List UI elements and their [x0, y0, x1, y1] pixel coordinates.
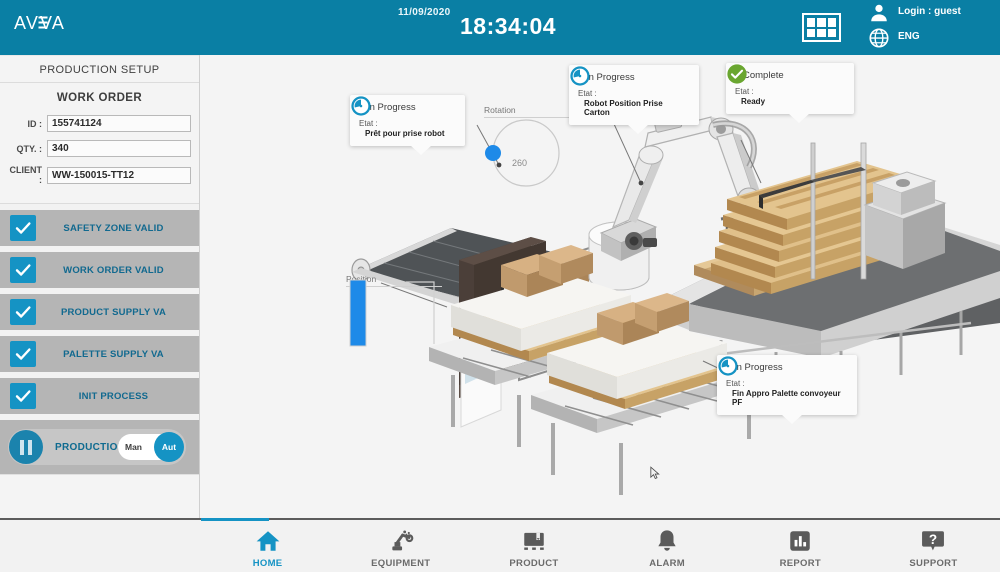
checkbox-icon[interactable]	[10, 299, 36, 325]
callout-robot-status[interactable]: In Progress Etat : Robot Position Prise …	[569, 65, 699, 125]
checkbox-icon[interactable]	[10, 215, 36, 241]
position-bar-track[interactable]	[346, 278, 442, 350]
production-control-row: PRODUCTION Man Aut	[0, 420, 199, 474]
panel-title: PRODUCTION SETUP	[0, 55, 199, 83]
checklist-label: WORK ORDER VALID	[36, 265, 199, 276]
work-order-panel: WORK ORDER ID : QTY. : CLIENT :	[0, 83, 199, 204]
person-icon	[868, 2, 890, 24]
app-grid-icon[interactable]	[802, 13, 841, 42]
checklist-item-init-process[interactable]: INIT PROCESS	[0, 378, 199, 414]
work-order-field-client: CLIENT :	[8, 165, 191, 185]
precondition-checklist: SAFETY ZONE VALID WORK ORDER VALID PRODU…	[0, 210, 199, 414]
bell-icon	[654, 528, 680, 554]
clock-icon	[717, 355, 739, 377]
check-icon	[726, 63, 748, 85]
pause-icon[interactable]	[9, 430, 43, 464]
nav-label: SUPPORT	[909, 558, 957, 569]
nav-item-product[interactable]: PRODUCT	[467, 520, 600, 572]
nav-label: REPORT	[780, 558, 821, 569]
login-status[interactable]: Login : guest	[898, 6, 961, 17]
nav-item-home[interactable]: HOME	[201, 520, 334, 572]
rotation-gauge-knob	[485, 145, 501, 161]
callout-etat-label: Etat :	[735, 87, 845, 96]
callout-pallet-dispenser-status[interactable]: Complete Etat : Ready	[726, 63, 854, 114]
header-date: 11/09/2020	[398, 7, 451, 18]
callout-status-text: In Progress	[734, 362, 783, 373]
plant-3d-view[interactable]: Rotation 260 Position	[201, 55, 1000, 518]
id-input[interactable]	[47, 115, 191, 132]
login-label: Login : guest	[898, 6, 961, 17]
app-header: AV VA 11/09/2020 18:34:04 Login : guest	[0, 0, 1000, 55]
hmi-screen: AV VA 11/09/2020 18:34:04 Login : guest	[0, 0, 1000, 572]
checkbox-icon[interactable]	[10, 383, 36, 409]
clock-icon	[350, 95, 372, 117]
box-icon	[521, 528, 547, 554]
language-selector[interactable]: ENG	[898, 31, 920, 42]
nav-item-alarm[interactable]: ALARM	[601, 520, 734, 572]
language-label: ENG	[898, 31, 920, 42]
qty-label: QTY. :	[8, 144, 42, 154]
nav-item-support[interactable]: ? SUPPORT	[867, 520, 1000, 572]
work-order-field-qty: QTY. :	[8, 140, 191, 157]
aveva-logo-mark: AV VA	[14, 13, 86, 33]
callout-etat-value: Prêt pour prise robot	[365, 129, 456, 138]
checklist-label: PALETTE SUPPLY VA	[36, 349, 199, 360]
bottom-navigation: HOME EQUIPMENT	[0, 518, 1000, 572]
checklist-item-palette-supply[interactable]: PALETTE SUPPLY VA	[0, 336, 199, 372]
bar-chart-icon	[787, 528, 813, 554]
mode-option-man[interactable]: Man	[125, 442, 142, 452]
callout-status-text: In Progress	[586, 72, 635, 83]
home-icon	[255, 528, 281, 554]
callout-etat-label: Etat :	[578, 89, 690, 98]
callout-etat-label: Etat :	[726, 379, 848, 388]
checkbox-icon[interactable]	[10, 341, 36, 367]
checklist-label: SAFETY ZONE VALID	[36, 223, 199, 234]
mode-option-aut[interactable]: Aut	[154, 432, 184, 462]
checklist-label: PRODUCT SUPPLY VA	[36, 307, 199, 318]
id-label: ID :	[8, 119, 42, 129]
nav-item-report[interactable]: REPORT	[734, 520, 867, 572]
position-bar-fill	[350, 280, 366, 346]
callout-status-text: In Progress	[367, 102, 416, 113]
callout-etat-value: Ready	[741, 97, 845, 106]
checklist-item-work-order[interactable]: WORK ORDER VALID	[0, 252, 199, 288]
production-setup-sidebar: PRODUCTION SETUP WORK ORDER ID : QTY. : …	[0, 55, 200, 518]
svg-text:?: ?	[929, 532, 937, 547]
checklist-label: INIT PROCESS	[36, 391, 199, 402]
callout-pallet-conveyor-status[interactable]: In Progress Etat : Fin Appro Palette con…	[717, 355, 857, 415]
nav-label: ALARM	[649, 558, 685, 569]
clock-icon	[569, 65, 591, 87]
work-order-field-id: ID :	[8, 115, 191, 132]
position-bar[interactable]: Position	[346, 274, 442, 287]
callout-conveyor-status[interactable]: In Progress Etat : Prêt pour prise robot	[350, 95, 465, 146]
production-control[interactable]: PRODUCTION Man Aut	[8, 429, 186, 465]
mouse-pointer	[650, 466, 660, 480]
checklist-item-product-supply[interactable]: PRODUCT SUPPLY VA	[0, 294, 199, 330]
nav-label: EQUIPMENT	[371, 558, 430, 569]
robot-arm-icon	[388, 528, 414, 554]
work-order-title: WORK ORDER	[0, 92, 199, 104]
question-bubble-icon: ?	[920, 528, 946, 554]
client-label: CLIENT :	[8, 165, 42, 185]
production-label: PRODUCTION	[55, 442, 125, 453]
rotation-gauge[interactable]: Rotation 260	[484, 105, 580, 118]
callout-status-text: Complete	[743, 70, 784, 81]
svg-text:AV: AV	[14, 13, 39, 33]
aveva-logo: AV VA	[14, 13, 86, 39]
nav-item-equipment[interactable]: EQUIPMENT	[334, 520, 467, 572]
nav-label: PRODUCT	[509, 558, 558, 569]
qty-input[interactable]	[47, 140, 191, 157]
callout-etat-value: Fin Appro Palette convoyeur PF	[732, 389, 848, 407]
callout-etat-value: Robot Position Prise Carton	[584, 99, 690, 117]
checklist-item-safety-zone[interactable]: SAFETY ZONE VALID	[0, 210, 199, 246]
header-time: 18:34:04	[460, 13, 556, 40]
rotation-gauge-dial[interactable]	[484, 109, 580, 195]
callout-etat-label: Etat :	[359, 119, 456, 128]
checkbox-icon[interactable]	[10, 257, 36, 283]
nav-label: HOME	[253, 558, 283, 569]
globe-icon	[868, 27, 890, 49]
client-input[interactable]	[47, 167, 191, 184]
rotation-gauge-value: 260	[512, 158, 527, 168]
mode-toggle[interactable]: Man Aut	[118, 434, 180, 460]
